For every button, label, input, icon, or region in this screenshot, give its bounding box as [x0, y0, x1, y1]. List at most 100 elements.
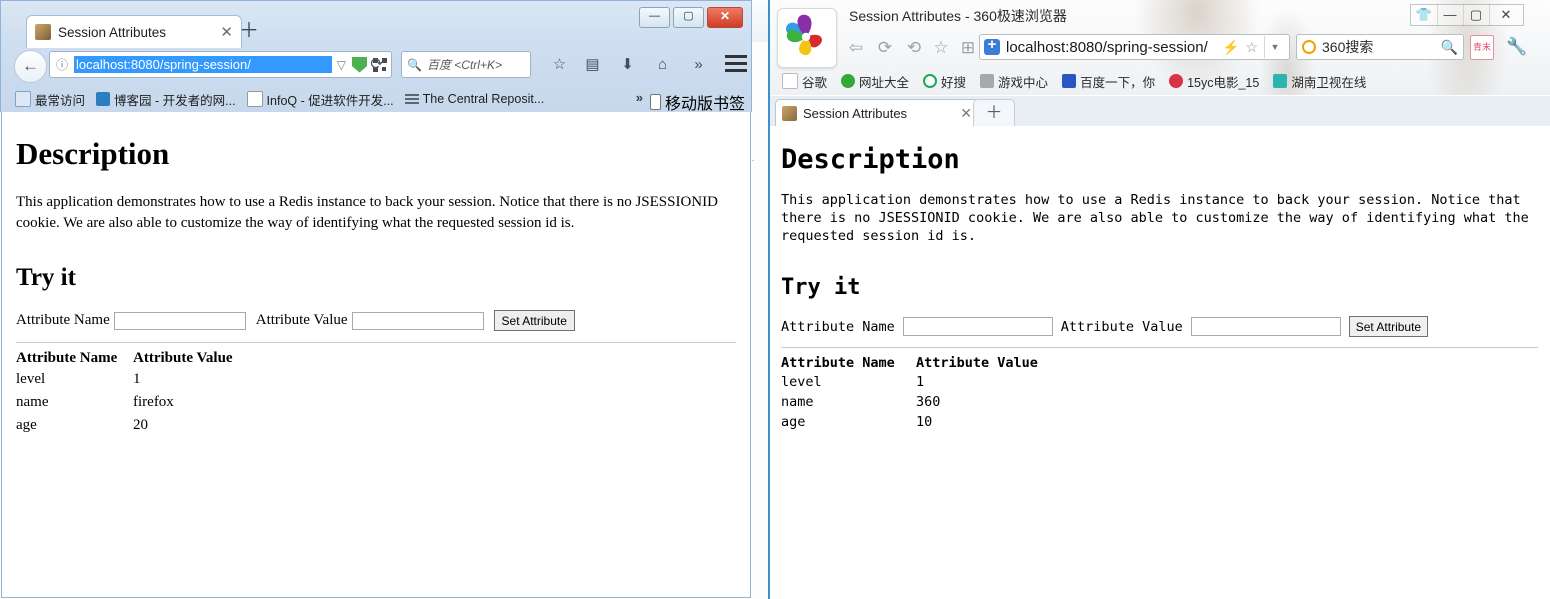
bookmark-label: 博客园 - 开发者的网... — [114, 93, 236, 108]
close-button-firefox[interactable]: ✕ — [707, 7, 743, 28]
back-arrow-icon[interactable]: ⇦ — [843, 36, 869, 60]
close-button-360[interactable]: ✕ — [1489, 4, 1524, 26]
address-bar-firefox[interactable]: ⓘ localhost:8080/spring-session/ ▽ — [49, 51, 392, 78]
description-heading-firefox: Description — [16, 136, 170, 171]
attribute-value-input-firefox[interactable] — [351, 311, 484, 330]
game-center-icon — [980, 74, 995, 88]
maximize-button-360[interactable]: ▢ — [1463, 4, 1490, 26]
downloads-arrow-icon[interactable]: ⬇ — [614, 52, 641, 77]
reload-icon[interactable]: ⟲ — [901, 36, 927, 60]
grid-apps-icon[interactable]: ⊞ — [955, 36, 981, 60]
search-box-360[interactable]: 360搜索 🔍 — [1296, 34, 1464, 60]
chevron-double-right-icon[interactable]: » — [636, 90, 643, 105]
home-icon[interactable]: ⌂ — [649, 52, 676, 77]
minimize-button-360[interactable]: — — [1437, 4, 1464, 26]
minimize-button-firefox[interactable]: — — [639, 7, 670, 28]
bookmark-item[interactable]: 15yc电影_15 — [1164, 71, 1264, 92]
tab-session-attributes-firefox[interactable]: Session Attributes ✕ — [26, 15, 242, 48]
cell-attr-name: level — [16, 371, 46, 387]
address-bar-360[interactable]: localhost:8080/spring-session/ ⚡ ☆ ▼ — [979, 34, 1290, 60]
attribute-value-input-360[interactable] — [1190, 317, 1341, 336]
attributes-table-firefox: Attribute Name Attribute Value level 1 n… — [16, 349, 233, 437]
chevron-double-right-icon[interactable]: » — [685, 52, 712, 77]
table-row: name 360 — [781, 392, 1038, 412]
cell-attr-value: 20 — [133, 417, 148, 433]
bookmark-label: InfoQ - 促进软件开发... — [266, 93, 394, 108]
set-attribute-button-360[interactable]: Set Attribute — [1348, 316, 1429, 337]
lightning-icon[interactable]: ⚡ — [1222, 39, 1239, 56]
hamburger-menu-icon[interactable] — [725, 55, 747, 73]
wrench-icon[interactable]: 🔧 — [1504, 34, 1530, 60]
cnblogs-icon — [96, 92, 111, 106]
360-ring-icon — [1302, 40, 1316, 54]
hunan-tv-icon — [1273, 74, 1288, 88]
baidu-paw-icon — [1062, 74, 1077, 88]
tab-strip-360: Session Attributes ✕ ＋ — [767, 96, 1550, 127]
bookmark-item[interactable]: 湖南卫视在线 — [1268, 71, 1371, 92]
attribute-form-360: Attribute Name Attribute Value Set Attri… — [781, 316, 1538, 337]
table-header-row: Attribute Name Attribute Value — [781, 354, 1038, 372]
bookmark-item[interactable]: 网址大全 — [836, 71, 914, 92]
spring-session-favicon — [782, 106, 797, 121]
bookmark-item[interactable]: 好搜 — [918, 71, 971, 92]
info-circle-icon[interactable]: ⓘ — [54, 56, 70, 73]
table-header-row: Attribute Name Attribute Value — [16, 349, 233, 368]
new-tab-button-360[interactable]: ＋ — [973, 99, 1015, 127]
bookmark-item[interactable]: 最常访问 — [11, 89, 89, 110]
bookmark-label: 好搜 — [941, 75, 967, 90]
maven-icon — [404, 92, 419, 106]
red-badge-button[interactable]: 青末 — [1470, 35, 1494, 60]
url-text: localhost:8080/spring-session/ — [1006, 38, 1208, 56]
bookmark-item[interactable]: InfoQ - 促进软件开发... — [243, 89, 398, 110]
bookmark-item[interactable]: 游戏中心 — [975, 71, 1053, 92]
bookmark-item[interactable]: 谷歌 — [777, 71, 832, 92]
description-text-firefox: This application demonstrates how to use… — [16, 194, 718, 231]
close-icon[interactable]: ✕ — [220, 23, 233, 41]
tab-label: Session Attributes — [803, 106, 908, 121]
bookmarks-bar-firefox: 最常访问 博客园 - 开发者的网... InfoQ - 促进软件开发... Th… — [1, 86, 751, 114]
star-icon[interactable]: ☆ — [546, 52, 573, 77]
column-header-name: Attribute Name — [16, 350, 118, 366]
search-placeholder: 百度 <Ctrl+K> — [426, 58, 502, 72]
attribute-name-label-360: Attribute Name — [781, 318, 895, 335]
search-box-firefox[interactable]: 🔍 百度 <Ctrl+K> — [401, 51, 531, 78]
close-icon[interactable]: ✕ — [960, 105, 972, 122]
cell-attr-name: age — [16, 417, 37, 433]
table-row: level 1 — [16, 368, 233, 391]
reader-library-icon[interactable]: ▤ — [579, 52, 606, 77]
most-visited-icon — [15, 91, 31, 107]
star-icon[interactable]: ☆ — [928, 36, 954, 60]
spring-session-favicon — [35, 24, 51, 40]
360-pinwheel-logo-icon — [777, 8, 837, 68]
back-arrow-icon[interactable]: ← — [14, 50, 47, 83]
cell-attr-value: firefox — [133, 394, 174, 410]
attribute-name-label-firefox: Attribute Name — [16, 312, 110, 328]
chevron-down-icon[interactable]: ▽ — [337, 58, 346, 72]
reload-icon[interactable]: ⟳ — [365, 53, 389, 76]
chevron-down-icon[interactable]: ▼ — [1264, 36, 1285, 58]
tab-session-attributes-360[interactable]: Session Attributes ✕ — [775, 99, 979, 127]
bookmark-label: 网址大全 — [859, 75, 910, 90]
column-header-value: Attribute Value — [916, 355, 1038, 371]
cell-attr-value: 360 — [916, 394, 941, 410]
bookmark-label: The Central Reposit... — [422, 92, 545, 106]
table-row: name firefox — [16, 391, 233, 414]
bookmark-label: 谷歌 — [802, 75, 828, 90]
tshirt-skin-icon[interactable]: 👕 — [1410, 4, 1438, 26]
magnifier-icon[interactable]: 🔍 — [1441, 39, 1458, 56]
attribute-name-input-firefox[interactable] — [113, 311, 246, 330]
table-row: age 10 — [781, 412, 1038, 432]
bookmark-item[interactable]: 百度一下，你 — [1057, 71, 1160, 92]
bookmark-item[interactable]: The Central Reposit... — [401, 91, 549, 107]
maximize-button-firefox[interactable]: ▢ — [673, 7, 704, 28]
attribute-name-input-360[interactable] — [902, 317, 1053, 336]
search-engine-label: 360搜索 — [1322, 39, 1374, 55]
star-icon[interactable]: ☆ — [1245, 39, 1258, 56]
divider — [781, 347, 1538, 348]
new-tab-button-firefox[interactable]: ＋ — [237, 19, 261, 43]
bookmark-item-mobile[interactable]: 移动版书签 — [649, 90, 745, 114]
bookmark-item[interactable]: 博客园 - 开发者的网... — [92, 89, 240, 110]
forward-arrow-icon[interactable]: ⟳ — [872, 36, 898, 60]
page-content-firefox: Description This application demonstrate… — [1, 112, 751, 598]
set-attribute-button-firefox[interactable]: Set Attribute — [493, 310, 575, 331]
